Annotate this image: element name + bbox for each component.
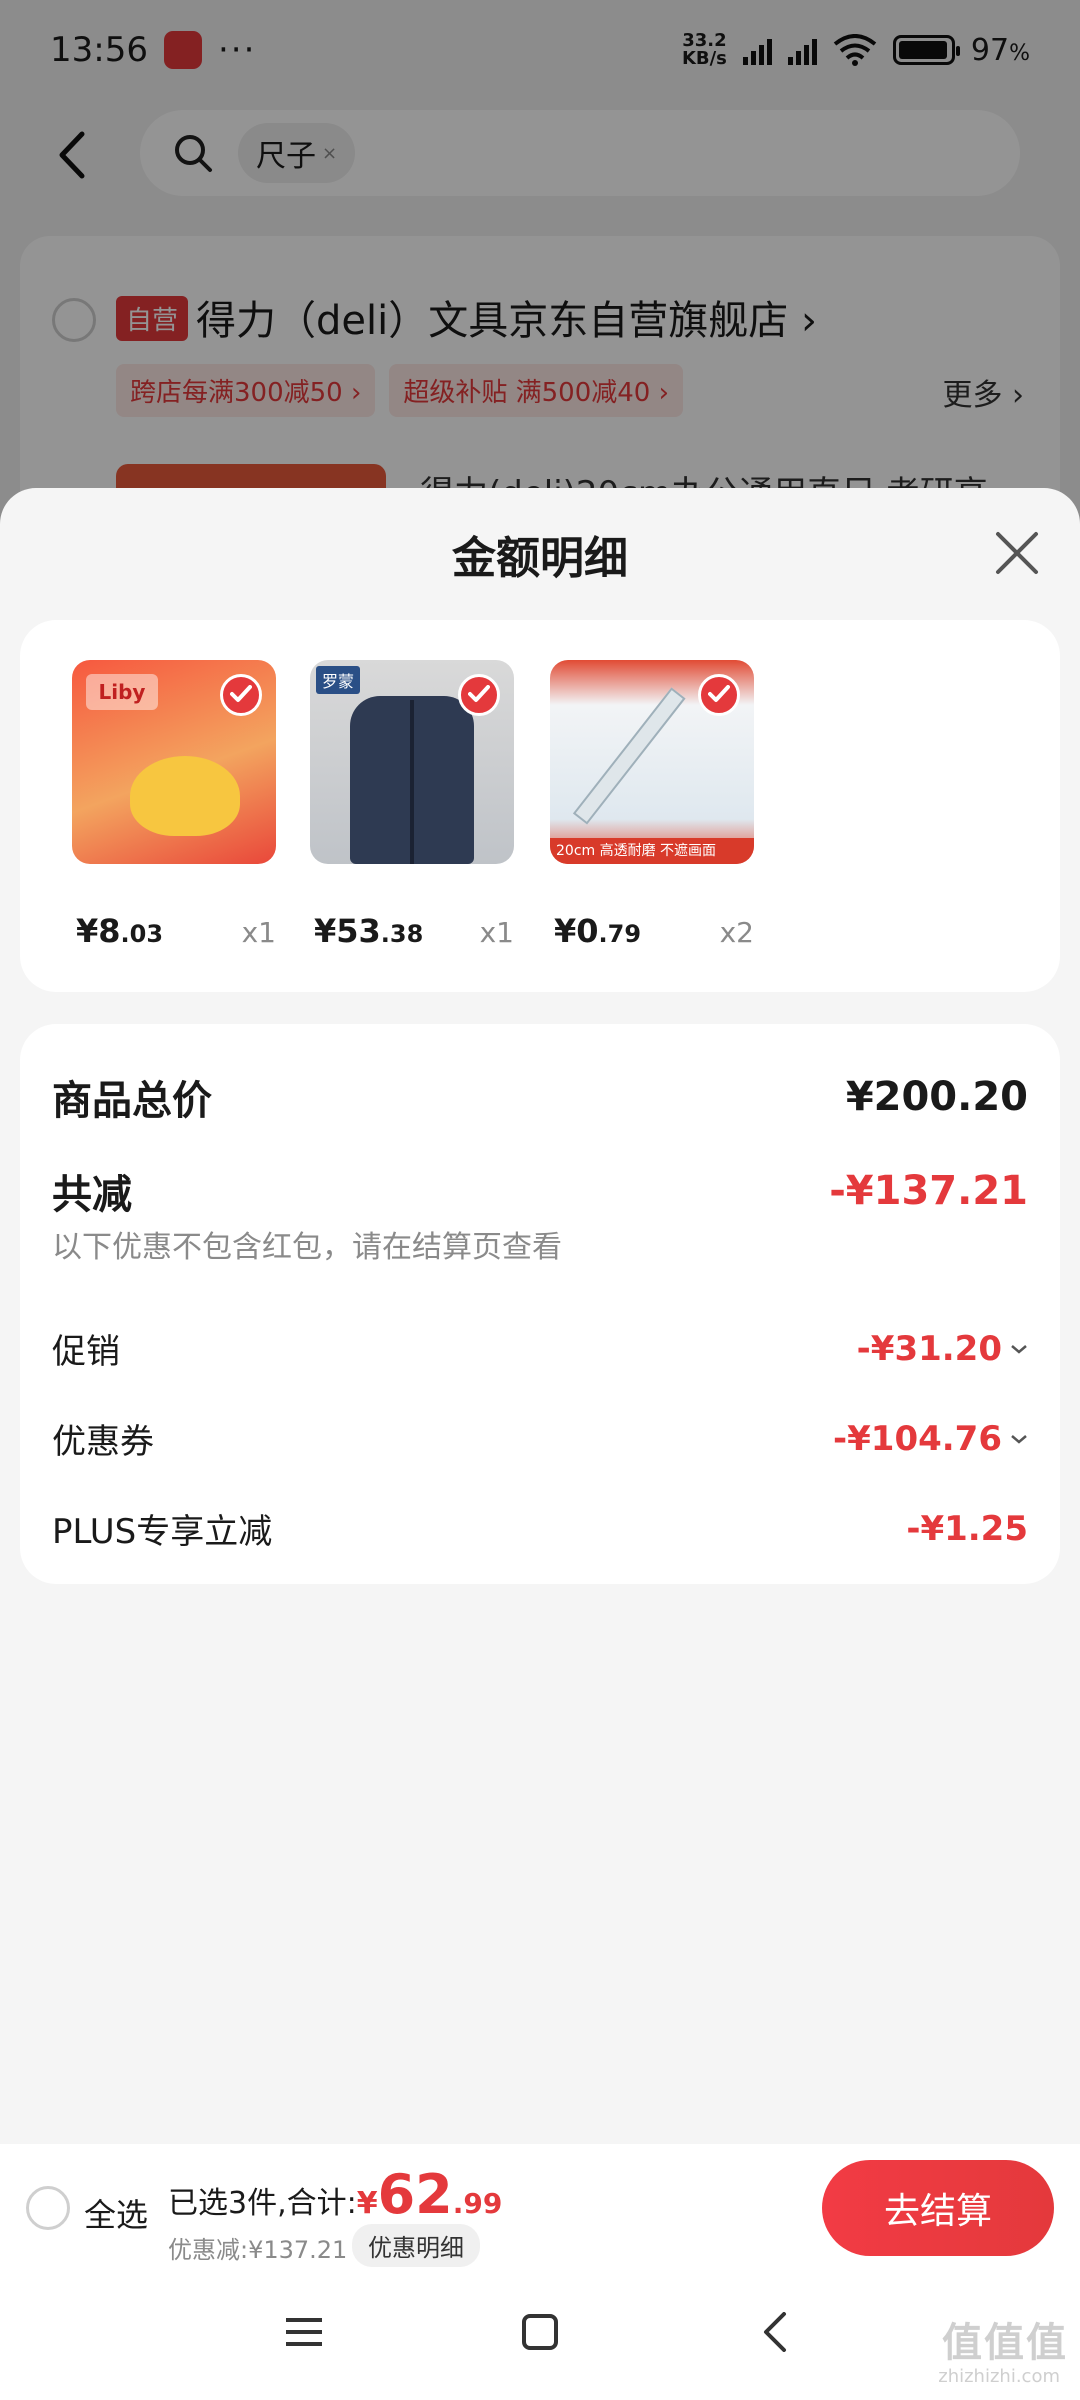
selected-products-card: Liby ¥8.03 x1 罗蒙 ¥53.38 x1 20cm 高透耐磨 不遮画… [20, 620, 1060, 992]
coupon-value-wrap: -¥104.76 [833, 1419, 1028, 1459]
discount-summary: 优惠减:¥137.21 [168, 2236, 348, 2264]
ruler-graphic [572, 687, 686, 825]
promotion-value-wrap: -¥31.20 [857, 1329, 1028, 1369]
brand-logo: 罗蒙 [316, 666, 361, 694]
selected-check-icon [698, 674, 740, 716]
jacket-zip [410, 700, 414, 864]
promotion-label: 促销 [52, 1332, 120, 1372]
total-currency: ¥ [356, 2186, 378, 2221]
close-icon[interactable] [992, 528, 1042, 578]
chevron-down-icon [1011, 1434, 1027, 1444]
chevron-down-icon [1011, 1344, 1027, 1354]
product-item[interactable]: Liby ¥8.03 x1 [72, 660, 276, 950]
watermark-url: zhizhizhi.com [938, 2366, 1060, 2387]
promotion-row[interactable]: 促销 -¥31.20 [52, 1324, 1028, 1373]
selected-count-text: 已选3件,合计: [168, 2186, 357, 2221]
selected-summary: 已选3件,合计: ¥ 62 .99 [168, 2168, 502, 2222]
plus-discount-row: PLUS专享立减 -¥1.25 [52, 1504, 1028, 1553]
amount-breakdown-card: 商品总价 ¥200.20 共减 -¥137.21 以下优惠不包含红包，请在结算页… [20, 1024, 1060, 1584]
select-all-label[interactable]: 全选 [84, 2190, 148, 2236]
product-image: 罗蒙 [310, 660, 514, 864]
price-int: ¥8 [76, 912, 121, 950]
coupon-row[interactable]: 优惠券 -¥104.76 [52, 1414, 1028, 1463]
menu-icon[interactable] [284, 2312, 324, 2352]
product-image: Liby [72, 660, 276, 864]
coupon-value: -¥104.76 [833, 1418, 1002, 1459]
total-amount-int: 62 [377, 2163, 453, 2226]
sheet-title: 金额明细 [452, 533, 628, 584]
total-price-label: 商品总价 [52, 1078, 212, 1124]
product-price: ¥53.38 [314, 912, 423, 950]
home-icon[interactable] [520, 2312, 560, 2352]
product-price: ¥0.79 [554, 912, 641, 950]
selected-check-icon [220, 674, 262, 716]
back-icon[interactable] [756, 2312, 796, 2352]
product-quantity: x1 [479, 916, 514, 949]
price-int: ¥0 [554, 912, 599, 950]
total-price-row: 商品总价 ¥200.20 [52, 1068, 1028, 1126]
discount-note: 以下优惠不包含红包，请在结算页查看 [52, 1230, 562, 1265]
total-reduction-row: 共减 -¥137.21 [52, 1162, 1028, 1220]
checkout-bar: 全选 已选3件,合计: ¥ 62 .99 优惠减:¥137.21 优惠明细 去结… [0, 2144, 1080, 2272]
amount-detail-sheet: 金额明细 Liby ¥8.03 x1 罗蒙 ¥53.38 x1 20cm 高透耐… [0, 488, 1080, 2400]
discount-detail-button[interactable]: 优惠明细 [352, 2224, 480, 2267]
price-dec: .03 [120, 920, 164, 948]
price-dec: .38 [380, 920, 424, 948]
watermark-logo: 值值值 [942, 2320, 1068, 2366]
coupon-label: 优惠券 [52, 1422, 154, 1462]
plus-discount-label: PLUS专享立减 [52, 1512, 273, 1552]
brand-logo: Liby [86, 674, 158, 710]
product-graphic [130, 756, 240, 836]
product-price: ¥8.03 [76, 912, 163, 950]
product-image: 20cm 高透耐磨 不遮画面 [550, 660, 754, 864]
total-reduction-label: 共减 [52, 1172, 132, 1218]
select-all-radio[interactable] [26, 2186, 70, 2230]
total-reduction-value: -¥137.21 [829, 1168, 1028, 1214]
total-price-value: ¥200.20 [845, 1074, 1028, 1120]
total-amount-dec: .99 [452, 2187, 503, 2220]
product-item[interactable]: 20cm 高透耐磨 不遮画面 ¥0.79 x2 [550, 660, 754, 950]
promotion-value: -¥31.20 [856, 1328, 1002, 1369]
price-int: ¥53 [314, 912, 381, 950]
plus-discount-value: -¥1.25 [906, 1508, 1028, 1549]
system-nav-bar: 值值值 zhizhizhi.com [0, 2272, 1080, 2400]
checkout-button[interactable]: 去结算 [822, 2160, 1054, 2256]
product-item[interactable]: 罗蒙 ¥53.38 x1 [310, 660, 514, 950]
price-dec: .79 [598, 920, 642, 948]
selected-check-icon [458, 674, 500, 716]
product-caption: 20cm 高透耐磨 不遮画面 [550, 838, 754, 864]
product-quantity: x1 [241, 916, 276, 949]
product-quantity: x2 [719, 916, 754, 949]
